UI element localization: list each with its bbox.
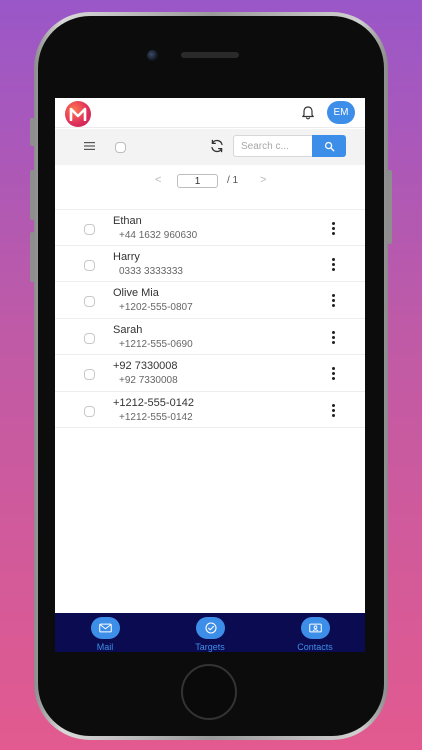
contact-row[interactable]: Sarah +1212-555-0690	[55, 319, 365, 355]
more-vertical-icon[interactable]	[332, 294, 336, 307]
toolbar	[55, 129, 365, 165]
earpiece-speaker	[181, 52, 239, 58]
app-header: EM	[55, 98, 365, 128]
nav-label-contacts: Contacts	[297, 642, 333, 652]
contact-phone: +92 7330008	[119, 375, 178, 386]
contact-name: Sarah	[113, 323, 143, 336]
check-circle-icon	[204, 622, 217, 634]
search-button[interactable]	[312, 135, 346, 157]
contact-row[interactable]: +1212-555-0142 +1212-555-0142	[55, 392, 365, 428]
page-number-input[interactable]	[177, 174, 218, 188]
phone-volume-down	[30, 232, 35, 282]
home-button[interactable]	[181, 664, 237, 720]
previous-page-button[interactable]: <	[155, 174, 161, 186]
contact-row[interactable]: +92 7330008 +92 7330008	[55, 355, 365, 392]
logo-m-icon	[69, 107, 87, 121]
contact-checkbox[interactable]	[84, 405, 95, 417]
contact-phone: +1212-555-0142	[119, 411, 193, 423]
more-vertical-icon[interactable]	[332, 330, 336, 344]
select-all-checkbox[interactable]	[115, 142, 126, 153]
nav-targets-bubble[interactable]	[196, 617, 225, 639]
contact-name: Ethan	[113, 215, 142, 227]
contact-checkbox[interactable]	[84, 369, 95, 380]
mail-icon	[99, 623, 112, 633]
contact-row[interactable]: Harry 0333 3333333	[55, 246, 365, 282]
contact-checkbox[interactable]	[84, 296, 95, 307]
contact-phone: +1212-555-0690	[119, 338, 193, 350]
nav-item-targets[interactable]: Targets	[175, 613, 245, 652]
contact-phone: +44 1632 960630	[119, 230, 198, 241]
phone-volume-up	[30, 170, 35, 220]
contact-phone: 0333 3333333	[119, 265, 183, 277]
contact-phone: +1202-555-0807	[119, 302, 193, 313]
nav-contacts-bubble[interactable]	[301, 617, 330, 639]
more-vertical-icon[interactable]	[332, 367, 336, 380]
contact-name: Harry	[113, 250, 140, 263]
nav-mail-bubble[interactable]	[91, 617, 120, 639]
next-page-button[interactable]: >	[260, 174, 266, 186]
contact-list: Ethan +44 1632 960630 Harry 0333 3333333…	[55, 209, 365, 428]
contact-name: +92 7330008	[113, 360, 178, 372]
more-vertical-icon[interactable]	[332, 257, 336, 271]
phone-silent-switch	[30, 118, 35, 146]
contact-checkbox[interactable]	[84, 259, 95, 271]
nav-item-contacts[interactable]: Contacts	[280, 613, 350, 652]
contact-name: +1212-555-0142	[113, 396, 195, 409]
bottom-navigation: Mail Targets Contacts	[55, 613, 365, 652]
contact-checkbox[interactable]	[84, 224, 95, 235]
search-input[interactable]	[233, 135, 312, 157]
more-vertical-icon[interactable]	[332, 222, 336, 235]
contact-card-icon	[309, 623, 322, 633]
search-icon	[324, 141, 334, 151]
contact-row[interactable]: Olive Mia +1202-555-0807	[55, 282, 365, 319]
pagination: < / 1 >	[55, 172, 365, 192]
phone-power-button	[387, 170, 392, 244]
front-camera	[147, 50, 158, 61]
refresh-icon[interactable]	[209, 138, 225, 154]
app-logo[interactable]	[65, 101, 91, 127]
contact-row[interactable]: Ethan +44 1632 960630	[55, 209, 365, 246]
nav-label-mail: Mail	[96, 642, 114, 652]
nav-item-mail[interactable]: Mail	[70, 613, 140, 652]
page-count: / 1	[227, 175, 239, 186]
contact-name: Olive Mia	[113, 287, 159, 299]
hamburger-menu-icon[interactable]	[83, 141, 97, 151]
app-screen: EM < / 1 > Ethan	[55, 98, 365, 652]
bell-icon[interactable]	[300, 105, 316, 121]
contact-checkbox[interactable]	[84, 332, 95, 344]
user-avatar[interactable]: EM	[327, 101, 355, 124]
nav-label-targets: Targets	[195, 642, 225, 652]
more-vertical-icon[interactable]	[332, 403, 336, 417]
